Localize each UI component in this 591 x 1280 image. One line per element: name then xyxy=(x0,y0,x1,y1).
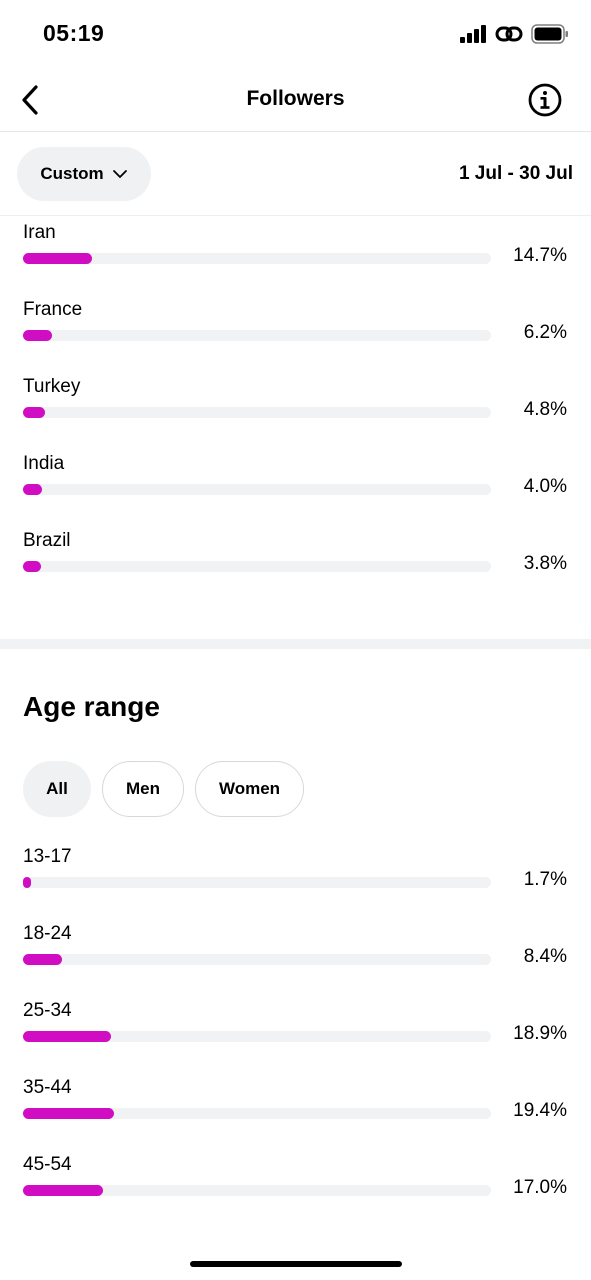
age-bar-fill xyxy=(23,954,63,965)
age-row: 25-34 18.9% xyxy=(0,999,591,1076)
country-bar-fill xyxy=(23,561,41,572)
country-value: 14.7% xyxy=(513,245,567,266)
country-bar-fill xyxy=(23,253,92,264)
filter-row: Custom 1 Jul - 30 Jul xyxy=(0,132,591,216)
country-label: France xyxy=(23,299,83,320)
country-bar-track xyxy=(23,407,491,418)
country-row: Brazil 3.8% xyxy=(0,529,591,606)
home-indicator xyxy=(190,1261,402,1267)
country-bar-track xyxy=(23,253,491,264)
period-dropdown-label: Custom xyxy=(40,164,104,183)
page-title: Followers xyxy=(246,87,345,110)
country-bar-track xyxy=(23,330,491,341)
nav-bar: Followers xyxy=(0,70,591,132)
battery-icon xyxy=(531,24,568,44)
status-bar: 05:19 xyxy=(0,0,591,70)
country-label: Turkey xyxy=(23,376,81,397)
country-row: Iran 14.7% xyxy=(0,221,591,298)
age-value: 17.0% xyxy=(513,1177,567,1198)
country-bar-track xyxy=(23,484,491,495)
country-label: Iran xyxy=(23,222,56,243)
period-dropdown[interactable]: Custom xyxy=(17,147,151,201)
date-range: 1 Jul - 30 Jul xyxy=(458,163,573,184)
info-button[interactable] xyxy=(527,82,563,118)
age-label: 25-34 xyxy=(23,1000,72,1021)
age-row: 13-17 1.7% xyxy=(0,845,591,922)
age-row: 18-24 8.4% xyxy=(0,922,591,999)
age-bar-track xyxy=(23,1031,491,1042)
followers-screen: 05:19 Followers Custom 1 Jul - 30 Jul Ir… xyxy=(0,0,591,1280)
country-bar-track xyxy=(23,561,491,572)
country-row: France 6.2% xyxy=(0,298,591,375)
country-row: Turkey 4.8% xyxy=(0,375,591,452)
status-icons xyxy=(460,24,569,44)
chip-men[interactable]: Men xyxy=(102,761,184,817)
age-bar-fill xyxy=(23,1108,114,1119)
country-label: India xyxy=(23,453,65,474)
age-value: 18.9% xyxy=(513,1023,567,1044)
country-value: 4.0% xyxy=(523,476,567,497)
chevron-down-icon xyxy=(112,170,127,178)
age-bar-track xyxy=(23,1108,491,1119)
chip-all[interactable]: All xyxy=(23,761,91,817)
age-value: 8.4% xyxy=(523,946,567,967)
age-bar-fill xyxy=(23,877,31,888)
country-value: 4.8% xyxy=(523,399,567,420)
status-time: 05:19 xyxy=(43,20,105,46)
info-icon xyxy=(528,83,562,117)
age-bar-fill xyxy=(23,1031,112,1042)
age-row: 35-44 19.4% xyxy=(0,1076,591,1153)
country-label: Brazil xyxy=(23,530,71,551)
age-label: 13-17 xyxy=(23,846,72,867)
age-value: 19.4% xyxy=(513,1100,567,1121)
chip-women[interactable]: Women xyxy=(195,761,304,817)
age-bar-track xyxy=(23,877,491,888)
age-bar-track xyxy=(23,954,491,965)
age-label: 35-44 xyxy=(23,1077,72,1098)
country-value: 3.8% xyxy=(523,553,567,574)
age-list: 13-17 1.7% 18-24 8.4% 25-34 18.9% 35-44 19.4% 45… xyxy=(0,845,591,1230)
country-bar-fill xyxy=(23,330,53,341)
gender-filter-chips: All Men Women xyxy=(23,761,304,817)
age-value: 1.7% xyxy=(523,869,567,890)
country-list: Iran 14.7% France 6.2% Turkey 4.8% India 4.0% Br… xyxy=(0,221,591,606)
country-row: India 4.0% xyxy=(0,452,591,529)
age-label: 18-24 xyxy=(23,923,72,944)
personal-hotspot-icon xyxy=(495,26,523,42)
section-divider xyxy=(0,639,591,649)
cellular-signal-icon xyxy=(460,25,486,43)
country-bar-fill xyxy=(23,407,46,418)
age-label: 45-54 xyxy=(23,1154,72,1175)
age-range-title: Age range xyxy=(23,691,160,722)
country-bar-fill xyxy=(23,484,42,495)
age-bar-track xyxy=(23,1185,491,1196)
age-bar-fill xyxy=(23,1185,103,1196)
country-value: 6.2% xyxy=(523,322,567,343)
age-row: 45-54 17.0% xyxy=(0,1153,591,1230)
